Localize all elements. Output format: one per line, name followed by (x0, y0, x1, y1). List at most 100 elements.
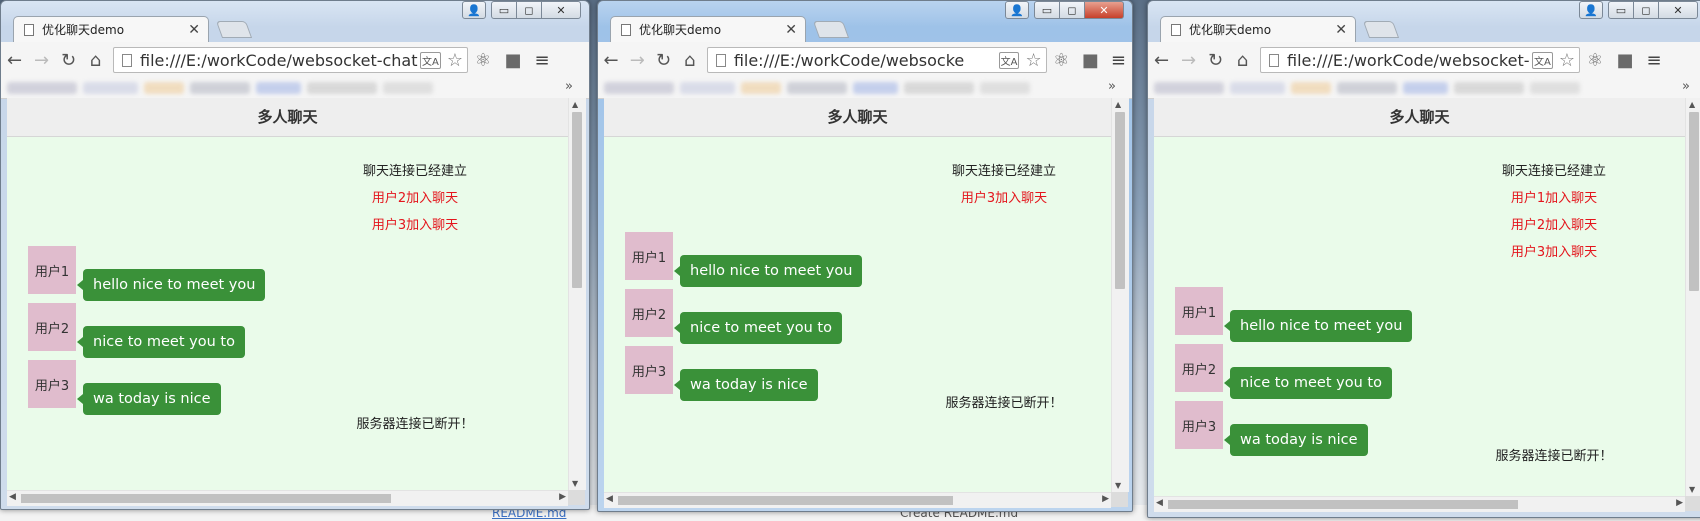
react-devtools-icon[interactable]: ⚛ (468, 50, 498, 71)
url-text[interactable]: file:///E:/workCode/websocket-c (1287, 51, 1530, 70)
address-bar[interactable]: file:///E:/workCode/websocke 文A ☆ (706, 47, 1047, 73)
scroll-down-arrow[interactable]: ▼ (572, 479, 578, 488)
user-profile-button[interactable]: 👤 (1005, 1, 1029, 19)
close-window-button[interactable]: ✕ (1658, 1, 1698, 19)
address-bar[interactable]: file:///E:/workCode/websocket-chatR 文A ☆ (113, 47, 468, 73)
minimize-button[interactable]: ▭ (1034, 1, 1060, 19)
bookmark-item[interactable] (741, 82, 781, 94)
back-arrow-icon[interactable]: ← (1148, 50, 1175, 71)
forward-arrow-icon[interactable]: → (1175, 50, 1202, 71)
new-tab-button[interactable] (1362, 21, 1400, 38)
scroll-left-arrow[interactable]: ◀ (606, 494, 613, 504)
horizontal-scrollbar[interactable]: ◀ ▶ (1154, 496, 1685, 512)
react-devtools-icon[interactable]: ⚛ (1047, 50, 1076, 71)
bookmark-item[interactable] (1291, 82, 1331, 94)
star-icon[interactable]: ☆ (1025, 50, 1041, 71)
bookmark-item[interactable] (1530, 82, 1580, 94)
new-tab-button[interactable] (215, 21, 253, 38)
hamburger-menu-icon[interactable]: ≡ (1105, 50, 1132, 71)
address-bar[interactable]: file:///E:/workCode/websocket-c 文A ☆ (1260, 47, 1580, 73)
bookmark-item[interactable] (980, 82, 1030, 94)
home-icon[interactable]: ⌂ (677, 50, 703, 71)
user-profile-button[interactable]: 👤 (1579, 1, 1603, 19)
bookmark-item[interactable] (383, 82, 433, 94)
home-icon[interactable]: ⌂ (82, 50, 109, 71)
reload-icon[interactable]: ↻ (1202, 50, 1229, 71)
close-tab-icon[interactable]: ✕ (1335, 22, 1347, 38)
maximize-button[interactable]: ◻ (516, 1, 542, 19)
bookmarks-overflow-icon[interactable]: » (565, 79, 573, 94)
close-tab-icon[interactable]: ✕ (188, 22, 200, 38)
scroll-left-arrow[interactable]: ◀ (1156, 498, 1163, 508)
bookmark-item[interactable] (190, 82, 250, 94)
scroll-right-arrow[interactable]: ▶ (1102, 494, 1109, 504)
close-window-button[interactable]: ✕ (1084, 1, 1124, 19)
horizontal-scrollbar[interactable]: ◀ ▶ (7, 490, 568, 506)
vertical-scrollbar[interactable]: ▲ ▼ (568, 98, 586, 490)
home-icon[interactable]: ⌂ (1229, 50, 1256, 71)
horizontal-scrollbar[interactable]: ◀ ▶ (604, 492, 1111, 508)
translate-icon[interactable]: 文A (998, 51, 1020, 69)
horizontal-scroll-thumb[interactable] (21, 494, 391, 503)
scroll-up-arrow[interactable]: ▲ (572, 100, 578, 109)
extension-icon[interactable]: ■ (1610, 50, 1640, 71)
scroll-right-arrow[interactable]: ▶ (559, 492, 566, 502)
url-text[interactable]: file:///E:/workCode/websocket-chatR (140, 51, 418, 70)
close-tab-icon[interactable]: ✕ (785, 22, 797, 38)
close-window-button[interactable]: ✕ (541, 1, 581, 19)
bookmark-item[interactable] (604, 82, 674, 94)
page-info-icon[interactable] (715, 53, 726, 67)
maximize-button[interactable]: ◻ (1059, 1, 1085, 19)
vertical-scroll-thumb[interactable] (1115, 112, 1125, 289)
bookmarks-overflow-icon[interactable]: » (1682, 79, 1690, 94)
bookmark-item[interactable] (904, 82, 974, 94)
extension-icon[interactable]: ■ (498, 50, 528, 71)
url-text[interactable]: file:///E:/workCode/websocke (734, 51, 997, 70)
scroll-right-arrow[interactable]: ▶ (1676, 498, 1683, 508)
bookmark-item[interactable] (787, 82, 847, 94)
browser-tab[interactable]: 优化聊天demo ✕ (13, 16, 209, 42)
bookmark-item[interactable] (7, 82, 77, 94)
bookmark-item[interactable] (144, 82, 184, 94)
forward-arrow-icon[interactable]: → (28, 50, 55, 71)
bookmark-item[interactable] (1230, 82, 1285, 94)
bookmark-item[interactable] (307, 82, 377, 94)
vertical-scroll-thumb[interactable] (1689, 112, 1699, 291)
maximize-button[interactable]: ◻ (1633, 1, 1659, 19)
star-icon[interactable]: ☆ (1559, 50, 1575, 71)
back-arrow-icon[interactable]: ← (598, 50, 624, 71)
browser-tab[interactable]: 优化聊天demo ✕ (1160, 16, 1356, 42)
reload-icon[interactable]: ↻ (650, 50, 676, 71)
vertical-scrollbar[interactable]: ▲ ▼ (1111, 98, 1129, 492)
scroll-left-arrow[interactable]: ◀ (9, 492, 16, 502)
react-devtools-icon[interactable]: ⚛ (1580, 50, 1610, 71)
vertical-scrollbar[interactable]: ▲ ▼ (1685, 98, 1700, 496)
bookmark-item[interactable] (256, 82, 301, 94)
bookmark-item[interactable] (853, 82, 898, 94)
new-tab-button[interactable] (812, 21, 850, 38)
bookmark-item[interactable] (1337, 82, 1397, 94)
extension-icon[interactable]: ■ (1076, 50, 1105, 71)
page-info-icon[interactable] (1269, 53, 1279, 67)
bookmark-item[interactable] (1403, 82, 1448, 94)
horizontal-scroll-thumb[interactable] (618, 496, 953, 505)
scroll-up-arrow[interactable]: ▲ (1689, 100, 1695, 109)
scroll-down-arrow[interactable]: ▼ (1689, 485, 1695, 494)
scroll-down-arrow[interactable]: ▼ (1115, 481, 1121, 490)
bookmark-item[interactable] (680, 82, 735, 94)
forward-arrow-icon[interactable]: → (624, 50, 650, 71)
star-icon[interactable]: ☆ (447, 50, 463, 71)
minimize-button[interactable]: ▭ (1608, 1, 1634, 19)
minimize-button[interactable]: ▭ (491, 1, 517, 19)
translate-icon[interactable]: 文A (420, 51, 441, 69)
browser-tab[interactable]: 优化聊天demo ✕ (610, 16, 806, 42)
bookmarks-overflow-icon[interactable]: » (1108, 79, 1116, 94)
user-profile-button[interactable]: 👤 (462, 1, 486, 19)
bookmark-item[interactable] (1154, 82, 1224, 94)
hamburger-menu-icon[interactable]: ≡ (1640, 50, 1668, 71)
hamburger-menu-icon[interactable]: ≡ (528, 50, 556, 71)
horizontal-scroll-thumb[interactable] (1168, 500, 1518, 509)
vertical-scroll-thumb[interactable] (572, 112, 582, 288)
bookmark-item[interactable] (83, 82, 138, 94)
reload-icon[interactable]: ↻ (55, 50, 82, 71)
